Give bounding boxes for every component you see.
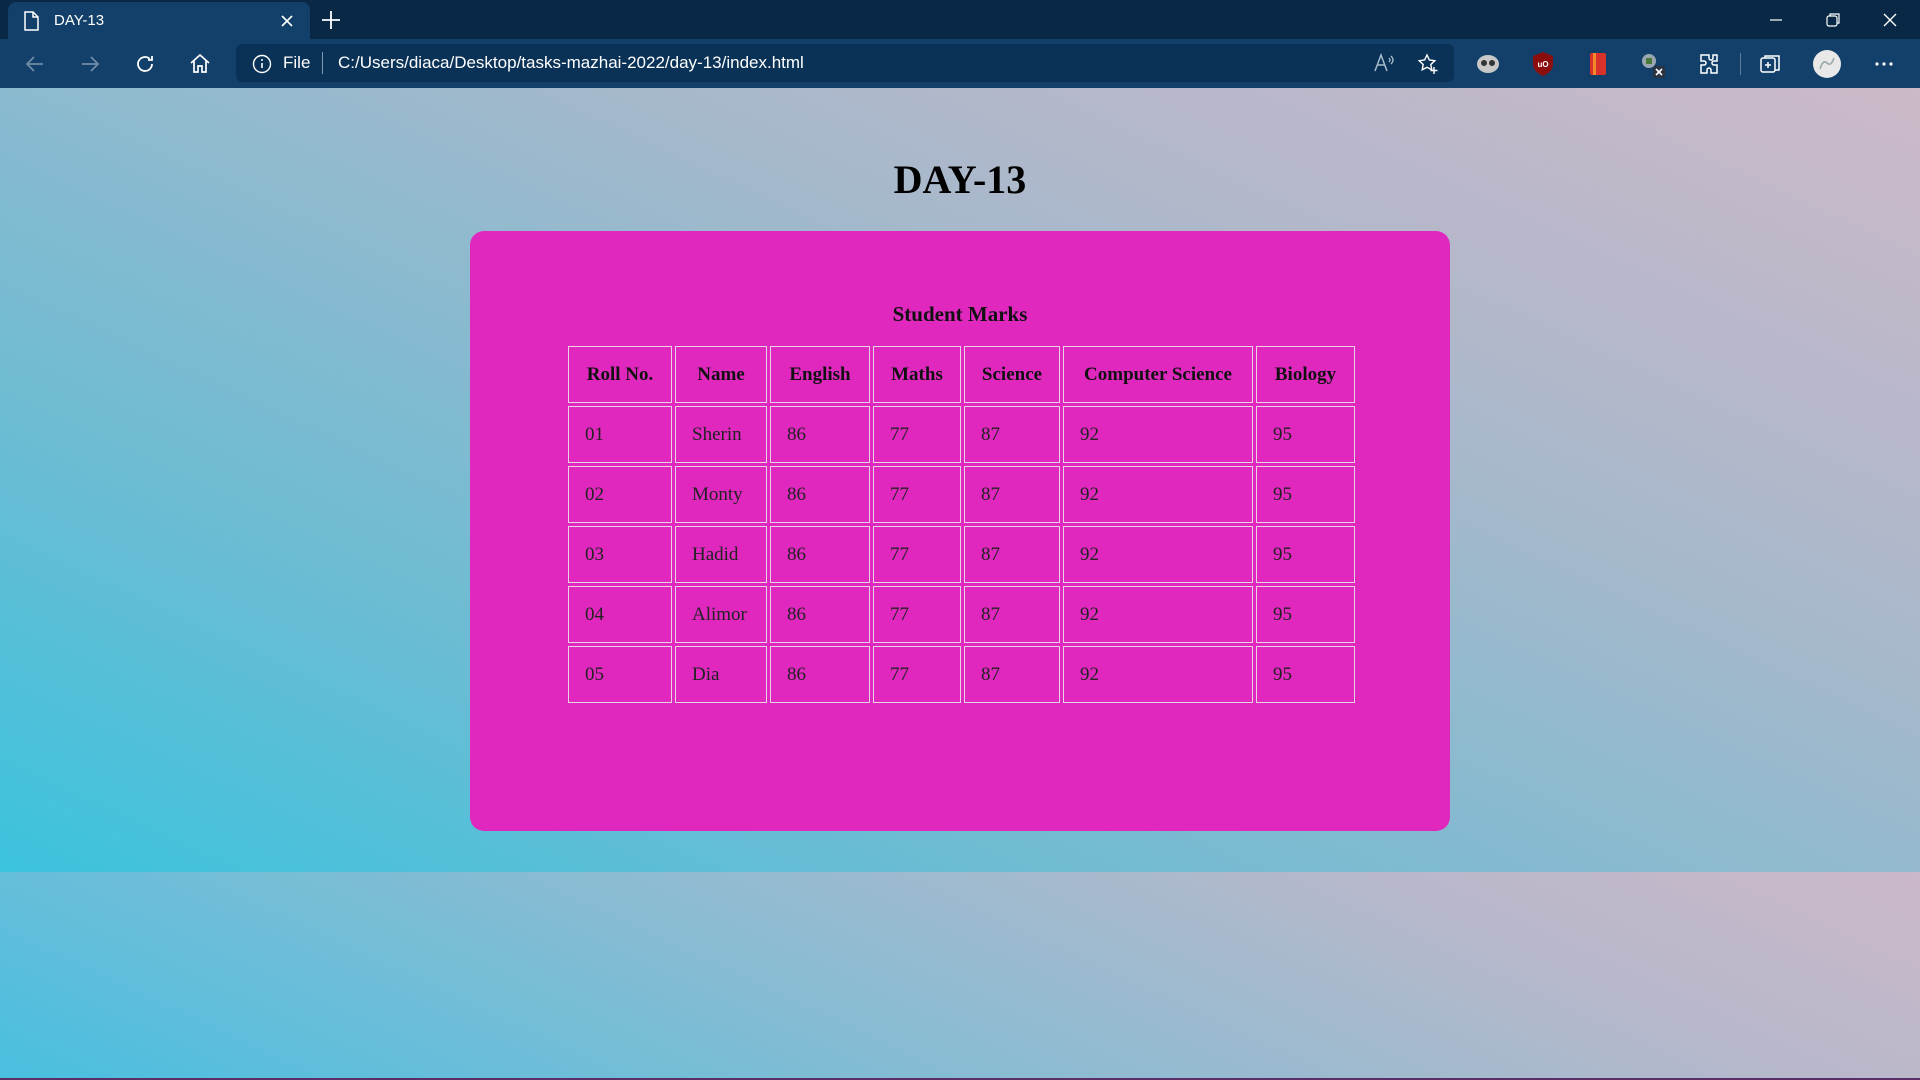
- collections-button[interactable]: [1754, 48, 1786, 80]
- header-science: Science: [964, 346, 1060, 403]
- tool-extension-icon: [1642, 54, 1665, 78]
- address-scheme: File: [283, 53, 311, 72]
- student-marks-table: Roll No. Name English Maths Science Comp…: [565, 343, 1358, 706]
- document-icon: [22, 10, 40, 31]
- page-background-lower: [0, 872, 1920, 1078]
- extension-button-ublock[interactable]: uO: [1527, 48, 1559, 80]
- cell-computer-science: 92: [1063, 526, 1253, 583]
- cell-roll-no: 02: [568, 466, 672, 523]
- cell-name: Monty: [675, 466, 767, 523]
- page-viewport: DAY-13 Student Marks Roll No. Name Engli…: [0, 88, 1920, 1080]
- mask-extension-icon: [1477, 55, 1499, 73]
- browser-toolbar: File C:/Users/diaca/Desktop/tasks-mazhai…: [0, 39, 1920, 88]
- collections-icon: [1760, 55, 1780, 73]
- cell-maths: 77: [873, 526, 961, 583]
- table-row: 05 Dia 86 77 87 92 95: [568, 646, 1355, 703]
- refresh-icon: [137, 56, 153, 72]
- ublock-icon: uO: [1533, 52, 1553, 76]
- cell-name: Hadid: [675, 526, 767, 583]
- cell-computer-science: 92: [1063, 406, 1253, 463]
- more-icon: [1875, 62, 1893, 66]
- cell-maths: 77: [873, 646, 961, 703]
- cell-science: 87: [964, 526, 1060, 583]
- close-window-button[interactable]: [1862, 0, 1918, 39]
- back-icon: [25, 56, 43, 72]
- cell-computer-science: 92: [1063, 646, 1253, 703]
- header-computer-science: Computer Science: [1063, 346, 1253, 403]
- cell-biology: 95: [1256, 406, 1355, 463]
- extension-button-reader[interactable]: [1582, 48, 1614, 80]
- page-title: DAY-13: [893, 157, 1027, 202]
- extension-button-mask[interactable]: [1472, 48, 1504, 80]
- browser-tab[interactable]: DAY-13: [8, 2, 310, 39]
- cell-computer-science: 92: [1063, 466, 1253, 523]
- header-roll-no: Roll No.: [568, 346, 672, 403]
- close-tab-icon[interactable]: [278, 12, 296, 30]
- table-caption: Student Marks: [892, 302, 1028, 326]
- table-row: 03 Hadid 86 77 87 92 95: [568, 526, 1355, 583]
- cell-science: 87: [964, 466, 1060, 523]
- header-maths: Maths: [873, 346, 961, 403]
- profile-button[interactable]: [1811, 48, 1843, 80]
- read-aloud-icon[interactable]: [1372, 52, 1396, 74]
- cell-biology: 95: [1256, 586, 1355, 643]
- table-header-row: Roll No. Name English Maths Science Comp…: [568, 346, 1355, 403]
- cell-english: 86: [770, 406, 870, 463]
- table-row: 04 Alimor 86 77 87 92 95: [568, 586, 1355, 643]
- refresh-button[interactable]: [129, 48, 161, 80]
- cell-biology: 95: [1256, 526, 1355, 583]
- header-name: Name: [675, 346, 767, 403]
- cell-biology: 95: [1256, 466, 1355, 523]
- address-url[interactable]: C:/Users/diaca/Desktop/tasks-mazhai-2022…: [338, 53, 804, 73]
- cell-roll-no: 05: [568, 646, 672, 703]
- cell-english: 86: [770, 466, 870, 523]
- marks-card: Student Marks Roll No. Name English Math…: [470, 231, 1450, 831]
- cell-maths: 77: [873, 466, 961, 523]
- home-icon: [190, 53, 210, 73]
- home-button[interactable]: [184, 48, 216, 80]
- back-button[interactable]: [19, 48, 51, 80]
- cell-science: 87: [964, 586, 1060, 643]
- tab-title: DAY-13: [54, 12, 105, 29]
- cell-name: Dia: [675, 646, 767, 703]
- cell-biology: 95: [1256, 646, 1355, 703]
- svg-text:uO: uO: [1537, 60, 1548, 69]
- minimize-button[interactable]: [1748, 0, 1804, 39]
- restore-button[interactable]: [1805, 0, 1861, 39]
- more-button[interactable]: [1868, 48, 1900, 80]
- cell-roll-no: 03: [568, 526, 672, 583]
- cell-english: 86: [770, 586, 870, 643]
- cell-name: Sherin: [675, 406, 767, 463]
- cell-computer-science: 92: [1063, 586, 1253, 643]
- forward-button[interactable]: [74, 48, 106, 80]
- extensions-icon: [1700, 54, 1718, 74]
- forward-icon: [82, 56, 100, 72]
- info-icon[interactable]: [252, 54, 272, 74]
- cell-maths: 77: [873, 406, 961, 463]
- profile-icon: [1813, 50, 1841, 78]
- toolbar-divider: [1740, 53, 1741, 75]
- address-bar[interactable]: File C:/Users/diaca/Desktop/tasks-mazhai…: [236, 44, 1454, 82]
- cell-science: 87: [964, 406, 1060, 463]
- address-divider: [322, 52, 323, 74]
- table-row: 01 Sherin 86 77 87 92 95: [568, 406, 1355, 463]
- tab-bar: DAY-13: [0, 0, 1920, 39]
- add-favorite-icon[interactable]: [1416, 52, 1440, 76]
- extensions-button[interactable]: [1692, 48, 1724, 80]
- cell-roll-no: 04: [568, 586, 672, 643]
- cell-maths: 77: [873, 586, 961, 643]
- header-biology: Biology: [1256, 346, 1355, 403]
- cell-roll-no: 01: [568, 406, 672, 463]
- cell-science: 87: [964, 646, 1060, 703]
- new-tab-button[interactable]: [318, 7, 344, 33]
- extension-button-tool[interactable]: [1637, 48, 1669, 80]
- header-english: English: [770, 346, 870, 403]
- cell-english: 86: [770, 646, 870, 703]
- book-extension-icon: [1590, 53, 1606, 75]
- cell-english: 86: [770, 526, 870, 583]
- table-row: 02 Monty 86 77 87 92 95: [568, 466, 1355, 523]
- cell-name: Alimor: [675, 586, 767, 643]
